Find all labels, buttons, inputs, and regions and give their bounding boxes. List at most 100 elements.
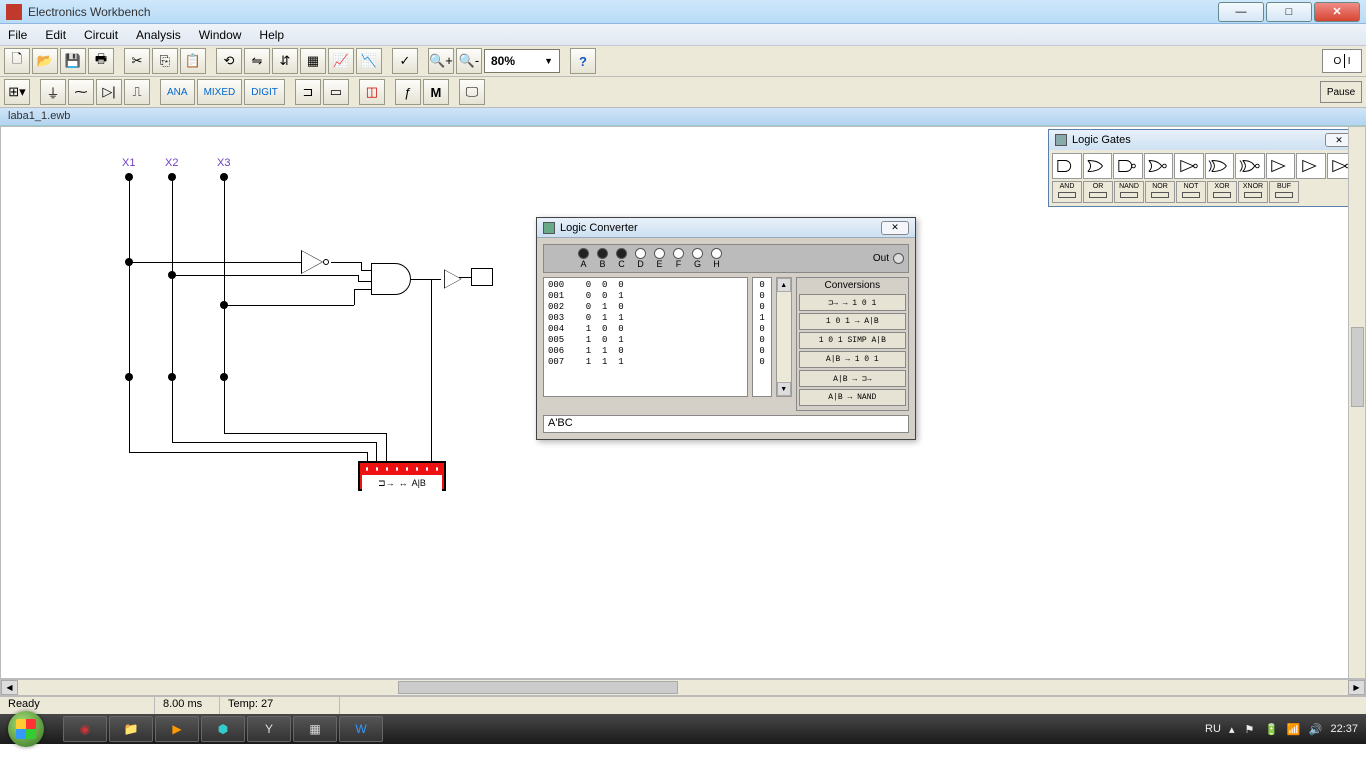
flip-h-button[interactable]: ⇋ (244, 48, 270, 74)
graph2-button[interactable]: 📉 (356, 48, 382, 74)
terminal-A[interactable]: A (578, 248, 589, 269)
taskbar-browser[interactable]: Y (247, 716, 291, 742)
taskbar-app-2[interactable]: ⬢ (201, 716, 245, 742)
bin-resistor[interactable]: ⁓ (68, 79, 94, 105)
minimize-button[interactable]: — (1218, 2, 1264, 22)
menu-analysis[interactable]: Analysis (136, 28, 181, 42)
logic-converter-close[interactable]: ✕ (881, 221, 909, 235)
battery-icon[interactable]: 🔋 (1264, 722, 1278, 736)
bin-ground[interactable]: ⏚ (40, 79, 66, 105)
menu-edit[interactable]: Edit (45, 28, 66, 42)
taskbar-explorer[interactable]: 📁 (109, 716, 153, 742)
out-terminal[interactable] (893, 253, 904, 264)
gate-symbol-3[interactable] (1144, 153, 1174, 179)
scroll-right[interactable]: ▶ (1348, 680, 1365, 695)
menu-window[interactable]: Window (199, 28, 242, 42)
logic-converter-device[interactable]: ⊐→ ↔ A|B (358, 461, 446, 491)
bin-sources[interactable]: ⊞▾ (4, 79, 30, 105)
terminal-G[interactable]: G (692, 248, 703, 269)
pause-button[interactable]: Pause (1320, 81, 1362, 103)
truth-table[interactable]: 000 0 0 0 001 0 0 1 002 0 1 0 003 0 1 1 … (543, 277, 748, 397)
conversion-btn-0[interactable]: ⊐→ → 1 0 1 (799, 294, 906, 311)
gate-symbol-6[interactable] (1235, 153, 1265, 179)
gate-symbol-5[interactable] (1205, 153, 1235, 179)
document-tab[interactable]: laba1_1.ewb (0, 108, 1366, 126)
open-button[interactable]: 📂 (32, 48, 58, 74)
new-button[interactable]: 🗋 (4, 48, 30, 74)
flip-v-button[interactable]: ⇵ (272, 48, 298, 74)
gate-ic-or[interactable]: OR (1083, 181, 1113, 203)
conversion-btn-5[interactable]: A|B → NAND (799, 389, 906, 406)
output-indicator[interactable] (471, 268, 493, 286)
scroll-up[interactable]: ▲ (777, 278, 791, 292)
taskbar-app-1[interactable]: ◉ (63, 716, 107, 742)
tray-lang[interactable]: RU (1205, 723, 1221, 735)
paste-button[interactable]: 📋 (180, 48, 206, 74)
canvas-hscroll[interactable]: ◀ ▶ (0, 679, 1366, 696)
scroll-left[interactable]: ◀ (1, 680, 18, 695)
save-button[interactable]: 💾 (60, 48, 86, 74)
bin-instruments[interactable]: 🖵 (459, 79, 485, 105)
gate-symbol-0[interactable] (1052, 153, 1082, 179)
logic-converter-titlebar[interactable]: Logic Converter ✕ (537, 218, 915, 238)
bin-mixed[interactable]: MIXED (197, 79, 243, 105)
graph1-button[interactable]: 📈 (328, 48, 354, 74)
print-button[interactable]: 🖶 (88, 48, 114, 74)
component-button[interactable]: ✓ (392, 48, 418, 74)
bin-analog[interactable]: ANA (160, 79, 195, 105)
bin-transistor[interactable]: ⎍ (124, 79, 150, 105)
bin-function[interactable]: ƒ (395, 79, 421, 105)
gate-ic-xnor[interactable]: XNOR (1238, 181, 1268, 203)
menu-circuit[interactable]: Circuit (84, 28, 118, 42)
conversion-btn-4[interactable]: A|B → ⊐→ (799, 370, 906, 387)
gate-symbol-7[interactable] (1266, 153, 1296, 179)
expression-field[interactable]: A'BC (543, 415, 909, 433)
logic-converter-window[interactable]: Logic Converter ✕ ABCDEFGH Out 000 0 0 0… (536, 217, 916, 440)
subcircuit-button[interactable]: ▦ (300, 48, 326, 74)
truth-scrollbar[interactable]: ▲ ▼ (776, 277, 792, 397)
terminal-C[interactable]: C (616, 248, 627, 269)
conversion-btn-2[interactable]: 1 0 1 SIMP A|B (799, 332, 906, 349)
terminal-H[interactable]: H (711, 248, 722, 269)
schematic-canvas[interactable]: X1 X2 X3 (0, 126, 1366, 679)
conversion-btn-1[interactable]: 1 0 1 → A|B (799, 313, 906, 330)
terminal-D[interactable]: D (635, 248, 646, 269)
bin-misc[interactable]: M (423, 79, 449, 105)
help-button[interactable]: ? (570, 48, 596, 74)
gate-ic-xor[interactable]: XOR (1207, 181, 1237, 203)
flag-icon[interactable]: ⚑ (1242, 722, 1256, 736)
gate-ic-not[interactable]: NOT (1176, 181, 1206, 203)
system-tray[interactable]: RU ▴ ⚑ 🔋 📶 🔊 22:37 (1197, 722, 1366, 736)
wifi-icon[interactable]: 📶 (1286, 722, 1300, 736)
buffer-gate[interactable] (444, 269, 468, 288)
gate-symbol-2[interactable] (1113, 153, 1143, 179)
gate-symbol-1[interactable] (1083, 153, 1113, 179)
taskbar-app-3[interactable]: ▦ (293, 716, 337, 742)
scroll-down[interactable]: ▼ (777, 382, 791, 396)
terminal-F[interactable]: F (673, 248, 684, 269)
power-switch[interactable]: O I (1322, 49, 1362, 73)
tray-clock[interactable]: 22:37 (1330, 723, 1358, 735)
bin-digital[interactable]: DIGIT (244, 79, 285, 105)
chevron-up-icon[interactable]: ▴ (1229, 723, 1235, 736)
gate-ic-and[interactable]: AND (1052, 181, 1082, 203)
taskbar-media[interactable]: ▶ (155, 716, 199, 742)
conversion-btn-3[interactable]: A|B → 1 0 1 (799, 351, 906, 368)
canvas-vscroll[interactable] (1348, 127, 1365, 678)
zoom-in-button[interactable]: 🔍+ (428, 48, 454, 74)
menu-file[interactable]: File (8, 28, 27, 42)
gate-ic-buf[interactable]: BUF (1269, 181, 1299, 203)
copy-button[interactable]: ⎘ (152, 48, 178, 74)
gate-ic-nand[interactable]: NAND (1114, 181, 1144, 203)
truth-output-column[interactable]: 0 0 0 1 0 0 0 0 (752, 277, 772, 397)
menu-help[interactable]: Help (259, 28, 284, 42)
volume-icon[interactable]: 🔊 (1308, 722, 1322, 736)
close-button[interactable]: ✕ (1314, 2, 1360, 22)
zoom-out-button[interactable]: 🔍- (456, 48, 482, 74)
taskbar-word[interactable]: W (339, 716, 383, 742)
bin-diode[interactable]: ▷| (96, 79, 122, 105)
maximize-button[interactable]: □ (1266, 2, 1312, 22)
zoom-combo[interactable]: 80% ▼ (484, 49, 560, 73)
bin-ic[interactable]: ▭ (323, 79, 349, 105)
cut-button[interactable]: ✂ (124, 48, 150, 74)
